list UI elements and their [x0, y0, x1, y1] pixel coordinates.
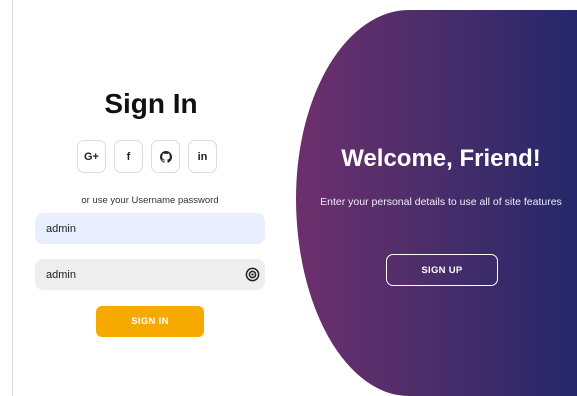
linkedin-icon: in [197, 150, 208, 163]
sign-in-button[interactable]: SIGN IN [96, 306, 204, 337]
sign-in-title: Sign In [104, 88, 198, 119]
eye-icon[interactable] [245, 267, 260, 282]
welcome-panel: Welcome, Friend! Enter your personal det… [296, 10, 577, 396]
password-input[interactable] [35, 259, 265, 290]
github-button[interactable] [151, 140, 180, 173]
facebook-button[interactable]: f [114, 140, 143, 173]
google-plus-icon: G+ [84, 150, 99, 163]
welcome-title: Welcome, Friend! [341, 145, 541, 172]
facebook-icon: f [126, 150, 131, 163]
github-icon [159, 150, 172, 163]
sign-in-panel: Sign In G+ f in or use your Username pas… [13, 0, 303, 396]
linkedin-button[interactable]: in [188, 140, 217, 173]
google-plus-button[interactable]: G+ [77, 140, 106, 173]
welcome-description: Enter your personal details to use all o… [320, 196, 562, 208]
username-input[interactable] [35, 213, 265, 244]
sign-up-button[interactable]: SIGN UP [386, 254, 498, 286]
alternative-login-text: or use your Username password [81, 195, 219, 206]
social-buttons: G+ f in [77, 140, 217, 173]
